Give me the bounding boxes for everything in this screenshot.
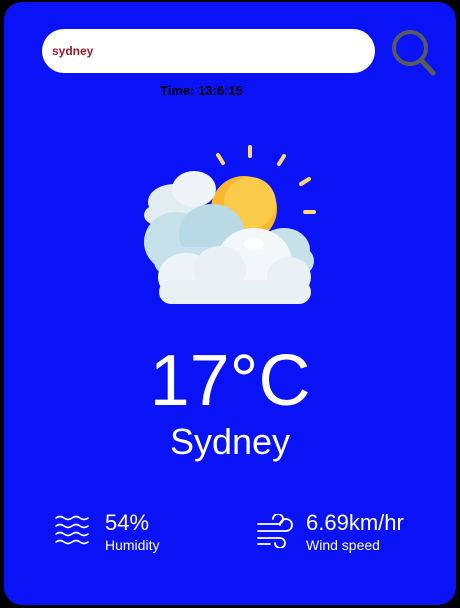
search-input[interactable]: [42, 29, 375, 73]
temperature: 17°C: [149, 341, 311, 421]
humidity-value: 54%: [105, 510, 150, 535]
city-name: Sydney: [169, 421, 291, 462]
humidity-waves-icon: [55, 515, 89, 545]
humidity-label: Humidity: [105, 537, 160, 553]
wind-icon: [257, 514, 293, 548]
wind-speed-value: 6.69km/hr: [306, 510, 404, 535]
search-icon: [392, 30, 436, 76]
search-button[interactable]: [389, 27, 439, 79]
weather-card: Time: 13:6:15 17°C Sydney: [4, 2, 456, 605]
current-time: Time: 13:6:15: [160, 83, 243, 98]
wind-speed-label: Wind speed: [306, 537, 380, 553]
partly-cloudy-icon: [144, 145, 316, 304]
